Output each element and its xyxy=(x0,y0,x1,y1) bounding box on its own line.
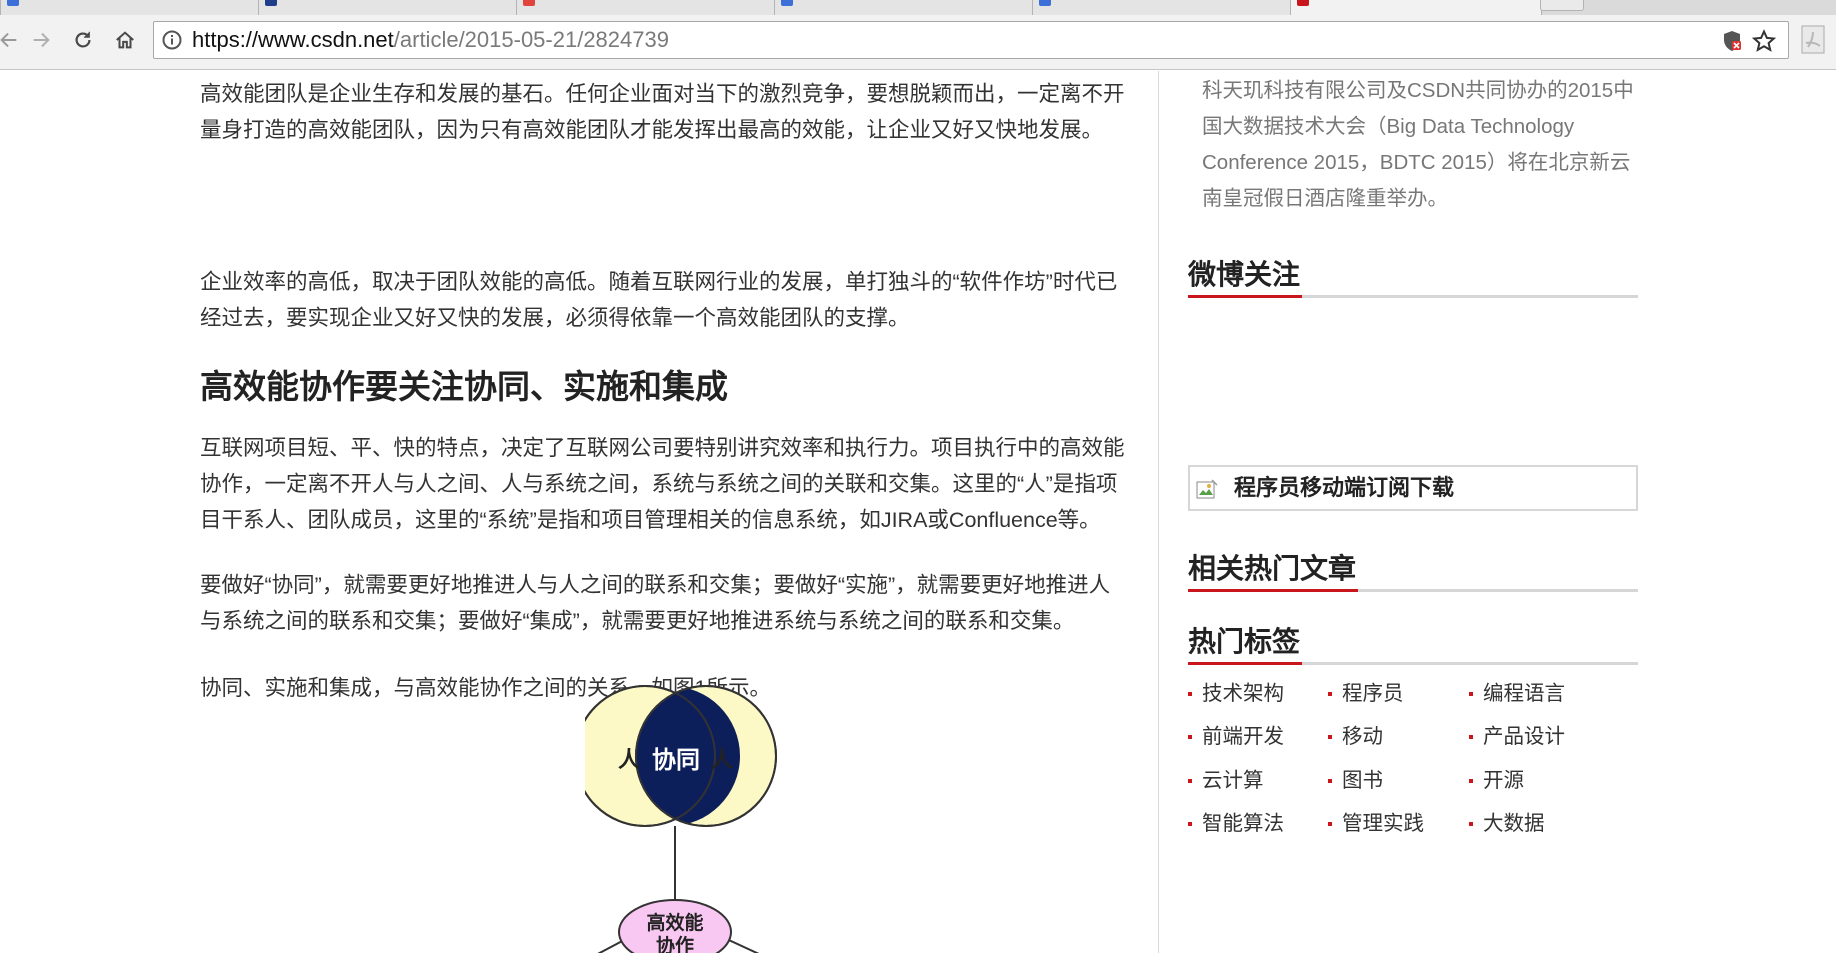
weibo-section-title: 微博关注 xyxy=(1188,253,1638,298)
browser-toolbar: https://www.csdn.net/article/2015-05-21/… xyxy=(0,15,1836,70)
article-paragraph: 高效能团队是企业生存和发展的基石。任何企业面对当下的激烈竞争，要想脱颖而出，一定… xyxy=(200,82,1125,142)
article-paragraph: 互联网项目短、平、快的特点，决定了互联网公司要特别讲究效率和执行力。项目执行中的… xyxy=(200,436,1125,532)
pdf-icon[interactable] xyxy=(1800,25,1828,55)
web-page: 高效能团队是企业生存和发展的基石。任何企业面对当下的激烈竞争，要想脱颖而出，一定… xyxy=(0,71,1836,953)
tag-link[interactable]: 开源 xyxy=(1469,766,1524,796)
star-icon[interactable] xyxy=(1752,29,1776,53)
tab-favicon-icon xyxy=(1297,0,1309,6)
tag-link[interactable]: 程序员 xyxy=(1328,679,1404,709)
tag-link[interactable]: 管理实践 xyxy=(1328,809,1424,839)
tab-favicon-icon xyxy=(781,0,793,6)
url-path: /article/2015-05-21/2824739 xyxy=(393,27,669,52)
tag-link[interactable]: 编程语言 xyxy=(1469,679,1565,709)
node-label-line2: 协作 xyxy=(656,934,694,953)
column-divider xyxy=(1158,71,1159,953)
home-icon xyxy=(116,31,134,49)
venn-left-label: 人 xyxy=(618,748,640,773)
url-host: https://www.csdn.net xyxy=(192,27,394,52)
article-paragraph: 要做好“协同”，就需要更好地推进人与人之间的联系和交集；要做好“实施”，就需要更… xyxy=(200,573,1111,633)
tag-link[interactable]: 移动 xyxy=(1328,722,1383,752)
new-tab-button[interactable] xyxy=(1540,0,1584,11)
hot-tags-section-title: 热门标签 xyxy=(1188,620,1638,665)
section-heading: 高效能协作要关注协同、实施和集成 xyxy=(200,368,728,405)
weibo-title-text: 微博关注 xyxy=(1188,255,1303,298)
venn-center-label: 协同 xyxy=(652,746,700,774)
tag-link[interactable]: 图书 xyxy=(1328,766,1383,796)
back-arrow-icon xyxy=(0,32,17,48)
hot-articles-title-text: 相关热门文章 xyxy=(1188,549,1359,592)
hot-articles-section-title: 相关热门文章 xyxy=(1188,547,1638,592)
tab-favicon-icon xyxy=(1039,0,1051,6)
browser-tab-active[interactable] xyxy=(1290,0,1542,15)
sidebar-intro-text: 科天玑科技有限公司及CSDN共同协办的2015中国大数据技术大会（Big Dat… xyxy=(1202,79,1634,210)
home-button[interactable] xyxy=(110,25,140,55)
tab-favicon-icon xyxy=(7,0,19,6)
tab-favicon-icon xyxy=(265,0,277,6)
browser-tab[interactable] xyxy=(1032,0,1294,15)
article-paragraph: 企业效率的高低，取决于团队效能的高低。随着互联网行业的发展，单打独斗的“软件作坊… xyxy=(200,270,1118,330)
app-download-banner[interactable]: 程序员移动端订阅下载 xyxy=(1188,465,1638,511)
browser-tab[interactable] xyxy=(774,0,1036,15)
tag-link[interactable]: 前端开发 xyxy=(1188,722,1284,752)
forward-arrow-icon xyxy=(33,32,50,48)
tag-link[interactable]: 大数据 xyxy=(1469,809,1545,839)
back-button[interactable] xyxy=(0,25,24,55)
reload-button[interactable] xyxy=(68,25,98,55)
collaboration-diagram: 人 协同 人 高效能 协作 xyxy=(585,685,777,953)
forward-button[interactable] xyxy=(26,25,56,55)
browser-tab[interactable] xyxy=(258,0,520,15)
hot-tags-title-text: 热门标签 xyxy=(1188,622,1303,665)
app-download-label: 程序员移动端订阅下载 xyxy=(1234,475,1455,500)
browser-tab[interactable] xyxy=(516,0,778,15)
browser-tab[interactable] xyxy=(0,0,262,15)
info-icon[interactable] xyxy=(162,30,182,50)
tag-link[interactable]: 产品设计 xyxy=(1469,722,1565,752)
shield-blocked-icon[interactable] xyxy=(1722,30,1742,52)
tab-favicon-icon xyxy=(523,0,535,6)
reload-icon xyxy=(75,31,91,48)
tag-link[interactable]: 技术架构 xyxy=(1188,679,1284,709)
tag-link[interactable]: 云计算 xyxy=(1188,766,1264,796)
tag-link[interactable]: 智能算法 xyxy=(1188,809,1284,839)
broken-image-icon xyxy=(1196,479,1218,499)
node-label-line1: 高效能 xyxy=(646,911,703,934)
venn-right-label: 人 xyxy=(711,748,733,773)
address-bar[interactable]: https://www.csdn.net/article/2015-05-21/… xyxy=(153,21,1789,59)
url-text[interactable]: https://www.csdn.net/article/2015-05-21/… xyxy=(192,22,669,58)
tab-strip xyxy=(0,0,1836,15)
